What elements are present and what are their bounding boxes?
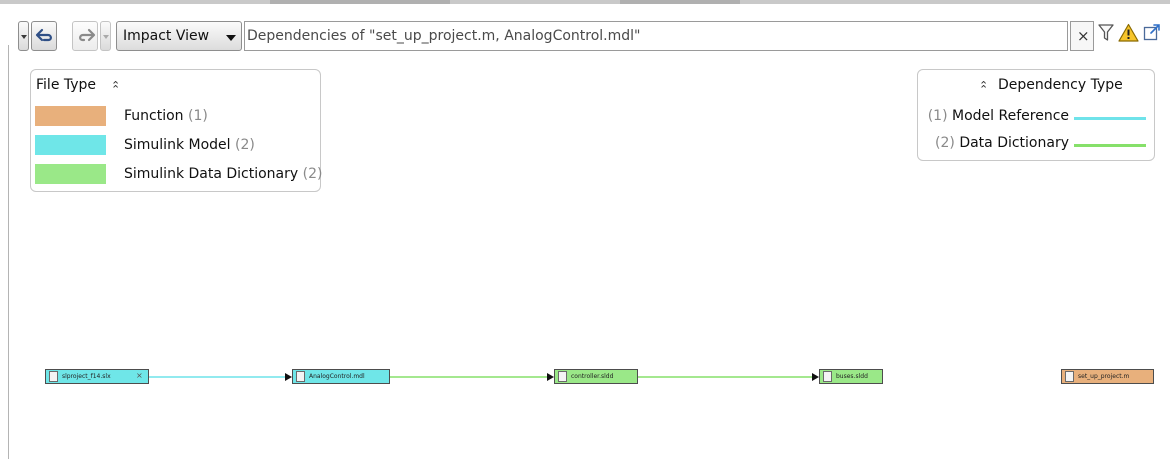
graph-node-label: AnalogControl.mdl <box>309 373 365 380</box>
filter-icon[interactable] <box>1098 23 1114 43</box>
legend-item-model-reference-text: Model Reference <box>952 108 1069 124</box>
view-selector-label: Impact View <box>123 28 210 44</box>
swatch-data-dictionary <box>35 164 106 184</box>
data-dictionary-file-icon <box>558 371 567 382</box>
close-icon: × <box>1077 27 1090 45</box>
graph-node-label: controller.sldd <box>571 373 614 380</box>
dependency-type-legend: ⌃ ⌃ Dependency Type (1) Model Reference … <box>917 69 1155 161</box>
edge-arrowhead <box>285 373 292 381</box>
back-button[interactable] <box>31 21 57 51</box>
legend-item-simulink-model-label: Simulink Model <box>124 137 231 153</box>
graph-node-function[interactable]: set_up_project.m <box>1061 369 1154 384</box>
search-input-text: Dependencies of "set_up_project.m, Analo… <box>247 28 641 44</box>
model-reference-line-sample <box>1074 117 1146 120</box>
legend-item-function-count: (1) <box>188 108 208 124</box>
collapse-up-icon-lower: ⌃ <box>979 83 989 96</box>
edge-arrowhead <box>812 373 819 381</box>
legend-item-model-reference-label: (1) Model Reference <box>928 108 1069 124</box>
graph-node-model[interactable]: slproject_f14.slx × <box>45 369 149 384</box>
chevron-down-icon <box>226 35 236 41</box>
legend-item-function-label: Function <box>124 108 184 124</box>
back-arrow-icon <box>35 28 52 42</box>
model-file-icon <box>49 371 58 382</box>
legend-item-simulink-model-count: (2) <box>234 137 255 153</box>
graph-node-label: buses.sldd <box>836 373 868 380</box>
view-selector[interactable]: Impact View <box>116 21 242 51</box>
swatch-simulink-model <box>35 135 106 155</box>
legend-item-model-reference-count: (1) <box>927 108 948 124</box>
collapse-up-icon-lower: ⌃ <box>111 83 121 96</box>
swatch-function <box>35 106 106 126</box>
legend-item-model-reference: (1) Model Reference <box>916 108 1154 128</box>
legend-item-data-dictionary-dep-label: (2) Data Dictionary <box>935 135 1069 151</box>
model-file-icon <box>296 371 305 382</box>
close-icon[interactable]: × <box>136 371 143 380</box>
graph-node-label: slproject_f14.slx <box>62 373 111 380</box>
open-external-icon[interactable] <box>1143 23 1161 41</box>
graph-node-data-dictionary[interactable]: controller.sldd <box>554 369 638 384</box>
legend-item-data-dictionary-dep-text: Data Dictionary <box>959 135 1069 151</box>
legend-item-data-dictionary-count: (2) <box>302 166 323 182</box>
forward-history-dropdown[interactable] <box>100 21 111 51</box>
window-top-strip <box>0 0 1170 4</box>
legend-item-data-dictionary-label: Simulink Data Dictionary <box>124 166 299 182</box>
graph-node-data-dictionary[interactable]: buses.sldd <box>819 369 883 384</box>
data-dictionary-file-icon <box>823 371 832 382</box>
back-history-dropdown[interactable] <box>18 21 29 51</box>
file-type-legend-title: File Type <box>36 77 97 93</box>
data-dictionary-line-sample <box>1074 144 1146 147</box>
dependency-legend-title: Dependency Type <box>998 77 1123 93</box>
legend-item-data-dictionary: Simulink Data Dictionary (2) <box>124 166 322 182</box>
clear-search-button[interactable]: × <box>1070 21 1094 51</box>
legend-item-data-dictionary-dep-count: (2) <box>935 135 955 151</box>
legend-item-function: Function (1) <box>124 108 208 124</box>
graph-node-model[interactable]: AnalogControl.mdl <box>292 369 390 384</box>
tab-strip-segment <box>270 0 450 4</box>
search-input[interactable]: Dependencies of "set_up_project.m, Analo… <box>244 21 1068 51</box>
forward-arrow-icon <box>79 28 96 42</box>
file-type-legend: File Type ⌃ ⌃ Function (1) Simulink Mode… <box>30 69 322 192</box>
legend-item-simulink-model: Simulink Model (2) <box>124 137 255 153</box>
edge-arrowhead <box>547 373 554 381</box>
tab-strip-segment <box>620 0 740 4</box>
toolbar: Impact View Dependencies of "set_up_proj… <box>0 10 1170 51</box>
left-border <box>8 45 9 459</box>
forward-button[interactable] <box>72 21 98 51</box>
legend-item-data-dictionary-dep: (2) Data Dictionary <box>916 135 1154 155</box>
graph-node-label: set_up_project.m <box>1078 373 1130 380</box>
warning-icon[interactable] <box>1118 23 1139 42</box>
function-file-icon <box>1065 371 1074 382</box>
